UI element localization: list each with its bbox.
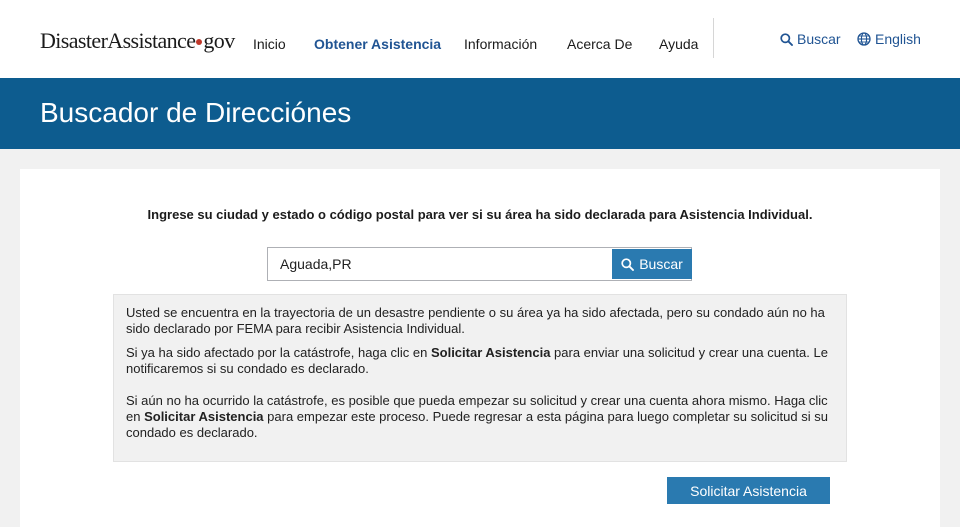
search-icon xyxy=(780,32,793,46)
search-icon xyxy=(621,257,635,271)
header-search-link[interactable]: Buscar xyxy=(780,31,841,47)
lookup-instructions: Ingrese su ciudad y estado o código post… xyxy=(147,207,813,222)
address-search-button-label: Buscar xyxy=(639,256,683,272)
notice-p2-text: Si ya ha sido afectado por la catástrofe… xyxy=(126,345,431,360)
address-search-input[interactable] xyxy=(268,248,611,280)
address-lookup-card: Ingrese su ciudad y estado o código post… xyxy=(20,169,940,527)
page-title: Buscador de Direcciónes xyxy=(40,97,352,128)
globe-icon xyxy=(857,32,871,46)
logo-text-disaster: Disaster xyxy=(40,28,108,53)
nav-item-acerca-de[interactable]: Acerca De xyxy=(567,36,632,52)
nav-item-informacion[interactable]: Información xyxy=(464,36,537,52)
language-toggle-link[interactable]: English xyxy=(857,31,921,47)
header-search-label: Buscar xyxy=(797,31,841,47)
notice-p2-emphasis: Solicitar Asistencia xyxy=(430,345,551,360)
site-header: DisasterAssistance gov Inicio Obtener Asi… xyxy=(0,0,960,78)
page-banner: Buscador de Direcciónes xyxy=(0,78,960,149)
nav-item-inicio[interactable]: Inicio xyxy=(253,36,286,52)
notice-paragraph-3: Si aún no ha ocurrido la catástrofe, es … xyxy=(126,393,832,441)
nav-divider xyxy=(713,18,714,58)
language-toggle-label: English xyxy=(875,31,921,47)
site-logo[interactable]: DisasterAssistance gov xyxy=(40,28,235,54)
logo-text-assistance: Assistance xyxy=(107,28,196,53)
address-search-button[interactable]: Buscar xyxy=(612,249,692,279)
logo-text-gov: gov xyxy=(203,28,235,53)
nav-item-ayuda[interactable]: Ayuda xyxy=(659,36,698,52)
notice-p3-emphasis: Solicitar Asistencia xyxy=(144,409,264,424)
declaration-status-notice: Usted se encuentra en la trayectoria de … xyxy=(113,294,847,462)
solicitar-asistencia-button[interactable]: Solicitar Asistencia xyxy=(667,477,830,504)
notice-paragraph-2: Si ya ha sido afectado por la catástrofe… xyxy=(126,345,832,377)
notice-paragraph-1: Usted se encuentra en la trayectoria de … xyxy=(126,305,825,336)
address-search-form: Buscar xyxy=(267,247,692,281)
logo-dot-icon xyxy=(196,38,203,45)
nav-item-obtener-asistencia[interactable]: Obtener Asistencia xyxy=(314,36,441,52)
